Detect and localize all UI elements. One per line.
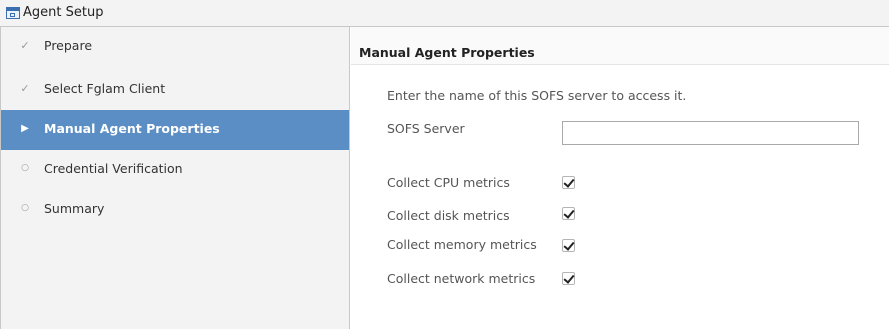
collect-disk-metrics-checkbox[interactable] [562, 207, 575, 220]
step-credential-verification[interactable]: ○ Credential Verification [1, 150, 349, 190]
checkmark-icon: ✓ [20, 82, 30, 95]
sofs-server-input[interactable] [562, 121, 859, 145]
collect-disk-metrics-label: Collect disk metrics [387, 208, 510, 223]
sofs-server-label: SOFS Server [387, 121, 465, 136]
step-prepare[interactable]: ✓ Prepare [1, 27, 349, 67]
page-title: Manual Agent Properties [359, 45, 535, 60]
step-label: Summary [44, 201, 105, 216]
collect-memory-metrics-checkbox[interactable] [562, 239, 575, 252]
instruction-text: Enter the name of this SOFS server to ac… [387, 88, 687, 103]
window-title: Agent Setup [23, 5, 104, 20]
step-label: Select Fglam Client [44, 81, 166, 96]
step-label: Credential Verification [44, 161, 183, 176]
circle-icon: ○ [21, 203, 29, 213]
step-label: Prepare [44, 38, 93, 53]
collect-cpu-metrics-label: Collect CPU metrics [387, 175, 510, 190]
agent-setup-app-icon [6, 7, 20, 19]
step-summary[interactable]: ○ Summary [1, 190, 349, 230]
collect-cpu-metrics-checkbox[interactable] [562, 176, 575, 189]
main-panel: Manual Agent Properties Enter the name o… [351, 27, 889, 329]
collect-network-metrics-checkbox[interactable] [562, 272, 575, 285]
step-select-fglam-client[interactable]: ✓ Select Fglam Client [1, 70, 349, 110]
collect-memory-metrics-label: Collect memory metrics [387, 237, 537, 252]
collect-network-metrics-label: Collect network metrics [387, 271, 536, 286]
arrow-right-icon: ▶ [21, 123, 29, 134]
circle-icon: ○ [21, 163, 29, 173]
step-manual-agent-properties[interactable]: ▶ Manual Agent Properties [1, 110, 349, 150]
checkmark-icon: ✓ [20, 39, 30, 52]
panel-header: Manual Agent Properties [351, 27, 889, 65]
wizard-steps-sidebar: ✓ Prepare ✓ Select Fglam Client ▶ Manual… [0, 27, 350, 329]
window-titlebar: Agent Setup [0, 0, 889, 27]
step-label: Manual Agent Properties [44, 121, 220, 136]
